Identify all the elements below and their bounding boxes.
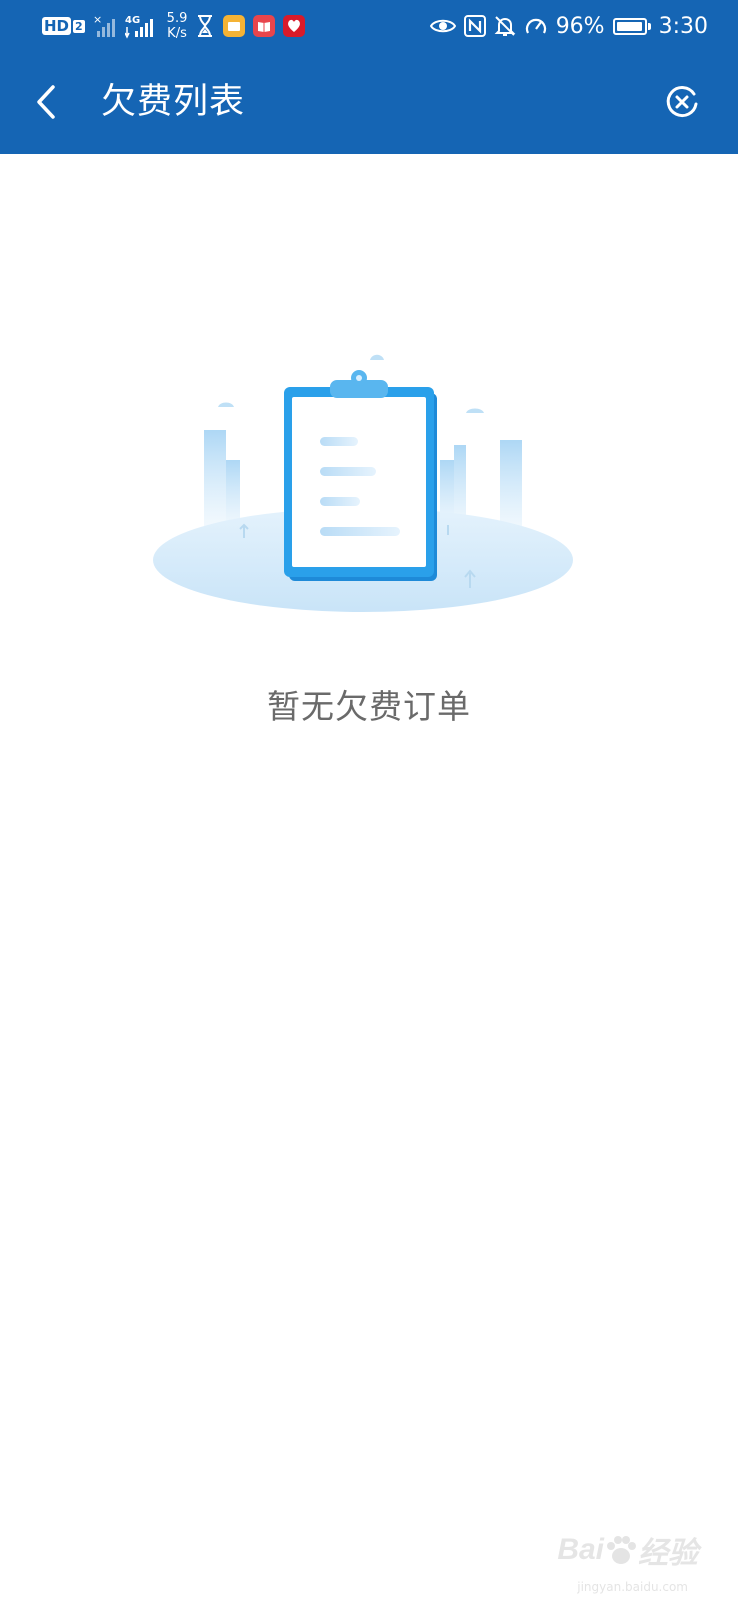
page-title: 欠费列表: [101, 82, 246, 122]
back-button[interactable]: [22, 78, 70, 126]
app-header: HD 2 × 4G 5.9 K/s 96% 3:30 欠费列表: [0, 0, 738, 154]
eye-comfort-icon: [429, 19, 456, 33]
paw-icon: [607, 1536, 636, 1564]
nfc-icon: [463, 15, 486, 37]
watermark-domain: jingyan.baidu.com: [577, 1580, 688, 1594]
status-bar: HD 2 × 4G 5.9 K/s 96% 3:30: [0, 0, 738, 52]
watermark-brand-right: 经验: [638, 1537, 698, 1570]
hourglass-icon: [198, 15, 213, 37]
empty-state-message: 暂无欠费订单: [267, 687, 471, 726]
net-speed-value: 5.9: [166, 11, 188, 26]
signal-4g-icon: 4G: [124, 15, 153, 39]
notification-book-icon: [253, 15, 276, 37]
battery-icon: [612, 17, 651, 35]
status-bar-left: HD 2 × 4G 5.9 K/s: [42, 8, 306, 44]
signal-sim1-icon: ×: [93, 13, 115, 37]
status-bar-right: 96% 3:30: [429, 8, 708, 44]
close-circle-icon: [666, 86, 698, 118]
notification-app-icon-1: [223, 15, 246, 37]
watermark-brand-left: Bai: [557, 1533, 604, 1566]
hd-voice-indicator: HD 2: [42, 17, 85, 35]
no-service-mark: ×: [93, 13, 102, 26]
empty-clipboard-illustration: [153, 354, 573, 612]
data-saver-gauge-icon: [525, 18, 546, 34]
watermark-logo: Bai 经验: [557, 1528, 698, 1572]
status-clock: 3:30: [658, 13, 708, 39]
network-speed: 5.9 K/s: [167, 11, 188, 41]
bell-muted-icon: [494, 16, 516, 36]
close-button[interactable]: [662, 82, 702, 122]
hd-label: HD: [42, 17, 72, 35]
network-type-label: 4G: [125, 15, 140, 26]
baidu-jingyan-watermark: Bai 经验 jingyan.baidu.com: [557, 1528, 698, 1594]
hd-sim-number: 2: [73, 19, 85, 33]
notification-app-icon-3: [283, 15, 306, 37]
battery-level-fill: [616, 21, 642, 31]
battery-percent: 96%: [555, 13, 605, 39]
net-speed-unit: K/s: [167, 26, 187, 41]
chevron-left-icon: [37, 85, 55, 119]
